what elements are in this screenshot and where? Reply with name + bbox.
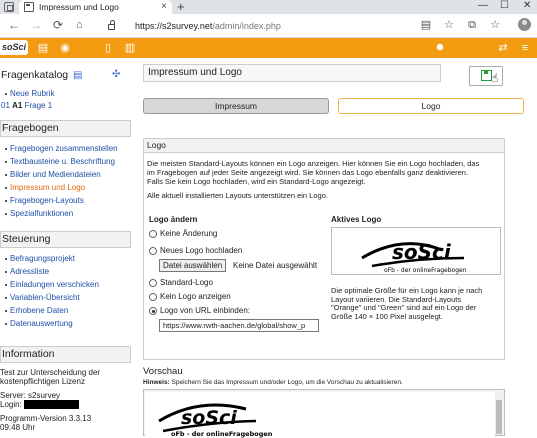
collections-icon[interactable]: ☆: [489, 19, 501, 31]
active-logo-image: soSci oFb - der onlineFragebogen: [331, 227, 501, 275]
workspaces-icon[interactable]: [4, 2, 14, 12]
file-status-text: Keine Datei ausgewählt: [233, 261, 318, 270]
settings-gear-icon[interactable]: ✹: [433, 41, 447, 55]
radio-kein-logo[interactable]: [149, 293, 157, 301]
section-title-information: Information: [0, 346, 131, 363]
option-kein-logo[interactable]: Kein Logo anzeigen: [149, 292, 231, 302]
panel-title: Logo: [144, 139, 504, 153]
intro-line-4: Alle aktuell installierten Layouts unter…: [147, 191, 328, 200]
soSci-logo[interactable]: soSci: [0, 40, 28, 55]
add-question-icon[interactable]: ▤: [73, 70, 82, 81]
sidebar-item-spezialfunktionen[interactable]: Spezialfunktionen: [5, 209, 73, 219]
home-icon[interactable]: ⌂: [76, 18, 83, 32]
info-server: Server: s2survey: [0, 391, 61, 400]
intro-line-2: im Fragebogen auf jeder Seite angezeigt …: [147, 168, 469, 177]
reader-view-icon[interactable]: ▤: [420, 19, 432, 31]
favorite-star-icon[interactable]: ☆: [443, 19, 455, 31]
chat-icon[interactable]: ◉: [58, 41, 72, 55]
info-time: 09:48 Uhr: [0, 423, 36, 432]
sidebar-item-einladungen[interactable]: Einladungen verschicken: [5, 280, 99, 290]
svg-text:oFb - der onlineFragebogen: oFb - der onlineFragebogen: [171, 430, 273, 438]
new-tab-button[interactable]: +: [177, 0, 185, 14]
url-host: https://s2survey.net: [135, 21, 213, 31]
preview-scrollbar[interactable]: [495, 391, 503, 435]
logo-aendern-heading: Logo ändern: [149, 215, 198, 224]
close-tab-icon[interactable]: ×: [161, 0, 167, 14]
sidebar-item-neue-rubrik[interactable]: Neue Rubrik: [5, 89, 54, 99]
svg-text:soSci: soSci: [181, 407, 237, 429]
redacted-username: [24, 400, 80, 410]
preview-hint: Hinweis: Speichern Sie das Impressum und…: [143, 379, 403, 386]
page-title: Impressum und Logo: [143, 64, 441, 82]
radio-neues-logo[interactable]: [149, 247, 157, 255]
svg-text:oFb - der onlineFragebogen: oFb - der onlineFragebogen: [384, 267, 467, 274]
radio-logo-url[interactable]: [149, 307, 157, 315]
info-license-line2: kostenpflichtigen Lizenz: [0, 377, 85, 386]
maximize-icon[interactable]: ☐: [500, 0, 509, 12]
forward-icon[interactable]: →: [30, 18, 42, 32]
radio-keine-aenderung[interactable]: [149, 230, 157, 238]
tab-logo[interactable]: Logo: [338, 98, 524, 114]
page-favicon-icon: [24, 2, 34, 12]
aktives-logo-heading: Aktives Logo: [331, 215, 382, 224]
sidebar-item-frage-1[interactable]: 01 A1 Frage 1: [1, 101, 52, 110]
sidebar-item-datenauswertung[interactable]: Datenauswertung: [5, 319, 73, 329]
section-title-fragebogen: Fragebogen: [0, 120, 131, 137]
radio-standard-logo[interactable]: [149, 279, 157, 287]
preview-logo-image: soSci oFb - der onlineFragebogen: [158, 403, 273, 438]
url-path: /admin/index.php: [212, 21, 281, 31]
tab-title: Impressum und Logo: [39, 2, 119, 12]
address-bar: ← → ⟳ ⌂ https://s2survey.net/admin/index…: [0, 14, 537, 38]
logo-url-input[interactable]: https://www.rwth-aachen.de/global/show_p: [159, 319, 319, 332]
option-keine-aenderung[interactable]: Keine Änderung: [149, 229, 217, 239]
intro-line-1: Die meisten Standard-Layouts können ein …: [147, 159, 480, 168]
sidebar-item-adressliste[interactable]: Adressliste: [5, 267, 49, 277]
logo-size-description: Die optimale Größe für ein Logo kann je …: [331, 286, 483, 321]
mouse-cursor-icon: ☝: [491, 71, 499, 85]
expand-collapse-icon[interactable]: ✣: [112, 69, 120, 80]
sidebar-item-impressum-logo[interactable]: Impressum und Logo: [5, 183, 85, 193]
svg-text:soSci: soSci: [392, 240, 452, 264]
reload-icon[interactable]: ⟳: [53, 18, 63, 32]
sidebar-item-variablen[interactable]: Variablen-Übersicht: [5, 293, 80, 303]
preview-heading: Vorschau: [143, 366, 183, 377]
soSci-logo-image: soSci oFb - der onlineFragebogen: [361, 240, 467, 274]
sidebar-item-textbausteine[interactable]: Textbausteine u. Beschriftung: [5, 157, 115, 167]
document-icon[interactable]: ▯: [101, 41, 115, 55]
option-neues-logo[interactable]: Neues Logo hochladen: [149, 246, 242, 256]
sidebar-item-fragebogen-layouts[interactable]: Fragebogen-Layouts: [5, 196, 84, 206]
lock-icon: [108, 20, 115, 30]
section-title-steuerung: Steuerung: [0, 231, 131, 248]
minimize-icon[interactable]: —: [478, 0, 488, 12]
browser-tab[interactable]: Impressum und Logo ×: [19, 0, 172, 14]
bar-chart-icon[interactable]: ▥: [123, 41, 137, 55]
app-toolbar: soSci ▤ ◉ ▯ ▥ ✹ ⇄ ≡: [0, 38, 537, 58]
option-standard-logo[interactable]: Standard-Logo: [149, 278, 213, 288]
sidebar-item-fragebogen-zusammenstellen[interactable]: Fragebogen zusammenstellen: [5, 144, 118, 154]
info-version: Programm-Version 3.3.13: [0, 414, 92, 423]
sidebar-item-befragungsprojekt[interactable]: Befragungsprojekt: [5, 254, 75, 264]
preview-frame[interactable]: soSci oFb - der onlineFragebogen: [143, 389, 505, 438]
browser-tab-strip: Impressum und Logo × + — ☐ ✕: [0, 0, 537, 14]
sidebar: Fragenkatalog ▤ ✣ Neue Rubrik 01 A1 Frag…: [0, 58, 135, 436]
switch-arrows-icon[interactable]: ⇄: [496, 41, 510, 55]
logo-panel: Logo Die meisten Standard-Layouts können…: [143, 138, 505, 360]
book-icon[interactable]: ▤: [36, 41, 50, 55]
sidebar-item-bilder[interactable]: Bilder und Mediendateien: [5, 170, 101, 180]
back-icon[interactable]: ←: [8, 18, 20, 32]
profile-avatar[interactable]: [518, 18, 531, 31]
extensions-icon[interactable]: ⧉: [466, 19, 478, 31]
option-logo-url[interactable]: Logo von URL einbinden:: [149, 306, 250, 316]
info-license-line1: Test zur Unterscheidung der: [0, 368, 101, 377]
intro-line-3: Falls Sie kein Logo hochladen, wird ein …: [147, 177, 366, 186]
url-field[interactable]: https://s2survey.net/admin/index.php: [100, 17, 400, 35]
file-choose-button[interactable]: Datei auswählen: [159, 259, 227, 272]
info-login: Login:: [0, 400, 80, 410]
main-content: Impressum und Logo ☝ Impressum Logo Logo…: [139, 58, 537, 438]
tab-impressum[interactable]: Impressum: [143, 98, 329, 114]
close-window-icon[interactable]: ✕: [523, 0, 531, 12]
sidebar-item-erhobene-daten[interactable]: Erhobene Daten: [5, 306, 68, 316]
menu-icon[interactable]: ≡: [518, 41, 532, 55]
